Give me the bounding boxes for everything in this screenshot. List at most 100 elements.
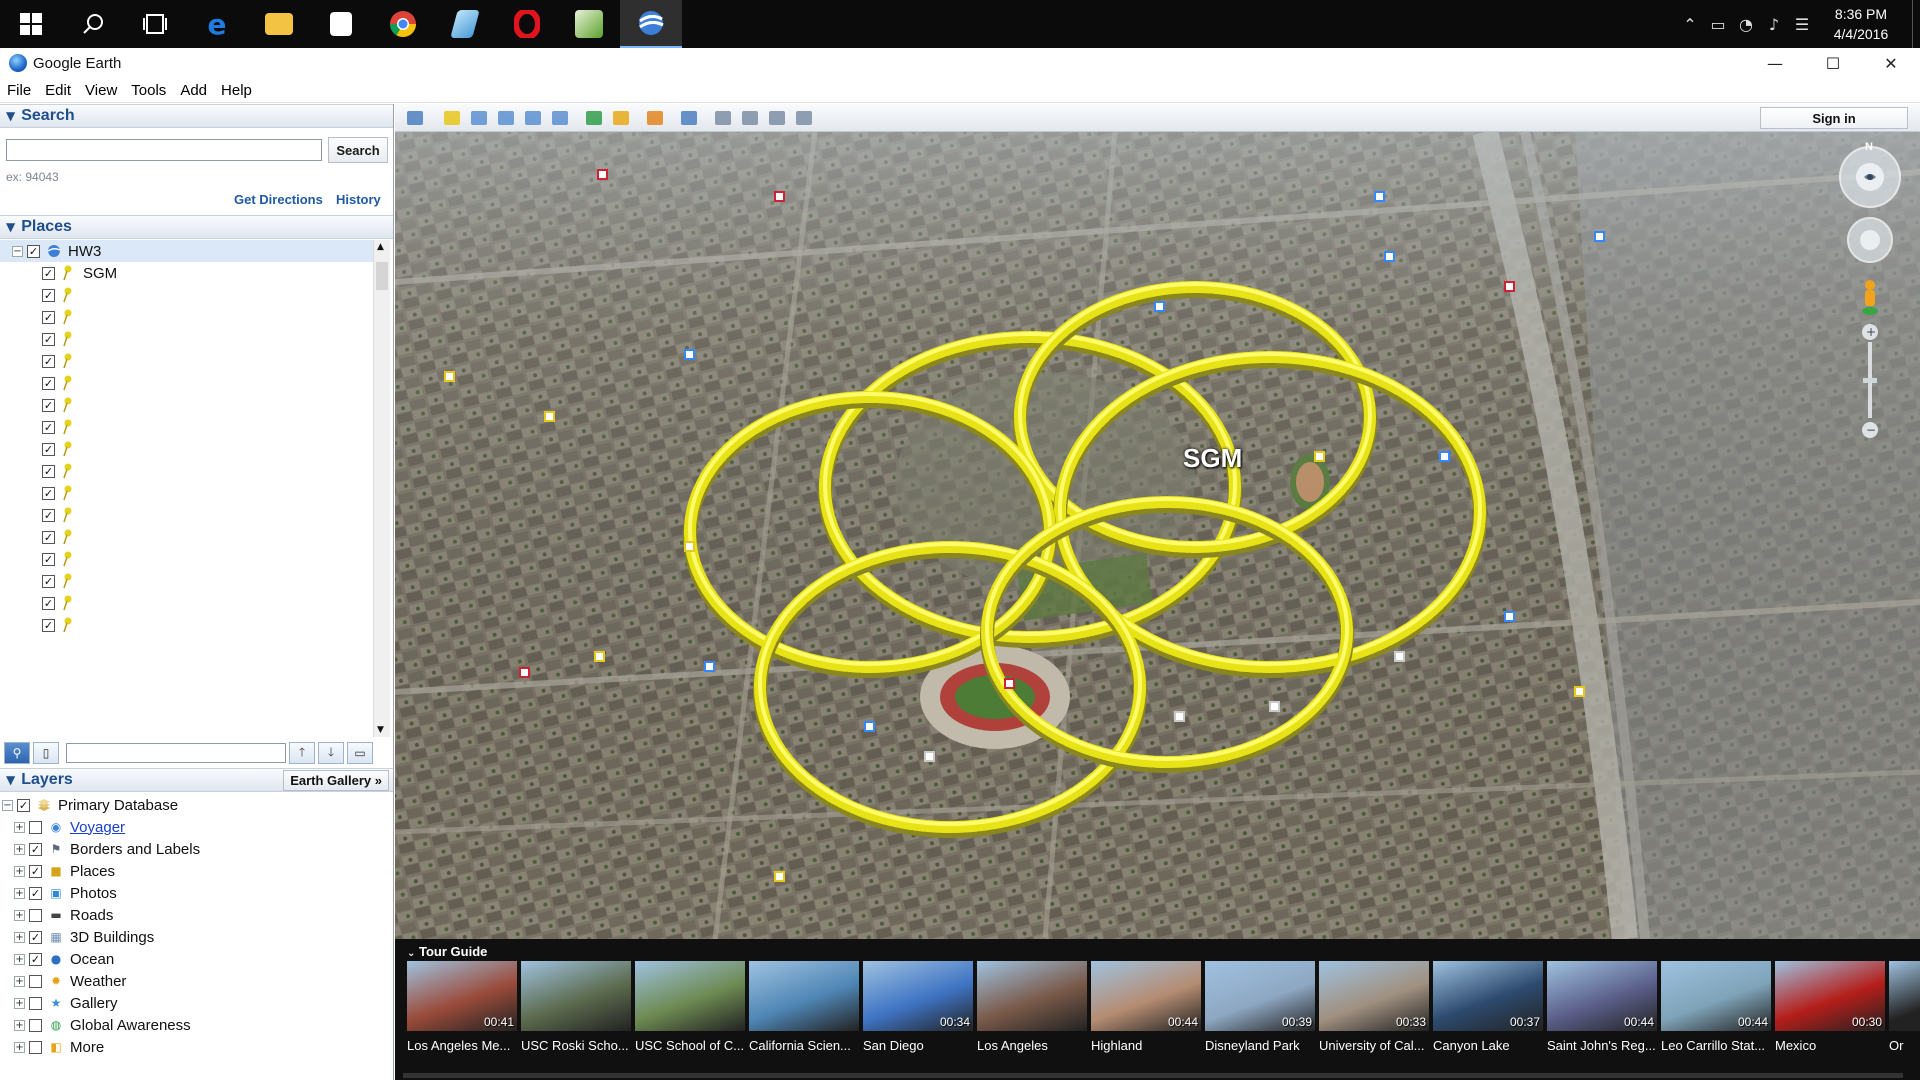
print-button[interactable] (738, 107, 762, 129)
poi-marker-icon[interactable] (594, 651, 605, 662)
tour-item[interactable]: 00:44 Saint John's Reg... (1547, 961, 1657, 1061)
checkbox[interactable] (29, 820, 42, 834)
tour-button[interactable] (548, 107, 572, 129)
poi-marker-icon[interactable] (774, 871, 785, 882)
tour-thumbnail[interactable]: 00:34 (863, 961, 973, 1031)
places-filter-input[interactable] (66, 743, 286, 763)
checkbox[interactable]: ✓ (27, 244, 40, 258)
poi-marker-icon[interactable] (684, 541, 695, 552)
checkbox[interactable]: ✓ (42, 266, 55, 280)
tour-item[interactable]: 00:44 Leo Carrillo Stat... (1661, 961, 1771, 1061)
placemark-label-sgm[interactable]: SGM (1183, 443, 1242, 474)
menu-edit[interactable]: Edit (38, 82, 78, 99)
volume-icon[interactable]: ♪ (1760, 10, 1788, 38)
tour-thumbnail[interactable] (977, 961, 1087, 1031)
menu-file[interactable]: File (0, 82, 38, 99)
layer-label[interactable]: Voyager (70, 819, 125, 836)
menu-tools[interactable]: Tools (124, 82, 173, 99)
opera-button[interactable] (496, 0, 558, 48)
ruler-button[interactable] (677, 107, 701, 129)
poi-marker-icon[interactable] (704, 661, 715, 672)
chevron-up-icon[interactable]: ⌃ (1676, 10, 1704, 38)
planets-button[interactable] (643, 107, 667, 129)
checkbox[interactable] (29, 974, 42, 988)
checkbox[interactable]: ✓ (42, 464, 55, 478)
search-places-button[interactable]: ⚲ (4, 742, 30, 764)
checkbox[interactable]: ✓ (42, 332, 55, 346)
tour-item[interactable]: USC Roski Scho... (521, 961, 631, 1061)
poi-marker-icon[interactable] (924, 751, 935, 762)
edge-button[interactable]: e (186, 0, 248, 48)
start-button[interactable] (0, 0, 62, 48)
place-item[interactable]: ✓ (0, 372, 373, 394)
place-item[interactable]: ✓ (0, 482, 373, 504)
places-scrollbar[interactable]: ▲ ▼ (373, 240, 390, 737)
menu-view[interactable]: View (78, 82, 124, 99)
placemark-add-button[interactable] (440, 107, 464, 129)
tour-thumbnail[interactable]: 00:30 (1775, 961, 1885, 1031)
poi-marker-icon[interactable] (1504, 611, 1515, 622)
place-item[interactable]: ✓ (0, 570, 373, 592)
place-item[interactable]: ✓ (0, 438, 373, 460)
photos-button[interactable] (558, 0, 620, 48)
checkbox[interactable]: ✓ (29, 952, 42, 966)
tour-item[interactable]: 00:39 Disneyland Park (1205, 961, 1315, 1061)
path-button[interactable] (494, 107, 518, 129)
checkbox[interactable] (29, 996, 42, 1010)
layer-item[interactable]: + ✓ ▦ 3D Buildings (0, 926, 393, 948)
tour-item[interactable]: 00:34 San Diego (863, 961, 973, 1061)
tour-thumbnail[interactable]: 00:33 (1319, 961, 1429, 1031)
place-item[interactable]: ✓ SGM (0, 262, 373, 284)
satellite-imagery[interactable]: N + − (395, 132, 1920, 939)
scroll-up-arrow-icon[interactable]: ▲ (377, 242, 384, 252)
tour-item[interactable]: 00:33 University of Cal... (1319, 961, 1429, 1061)
checkbox[interactable]: ✓ (42, 574, 55, 588)
layer-item[interactable]: + ◉ Voyager (0, 816, 393, 838)
checkbox[interactable]: ✓ (29, 886, 42, 900)
tour-item[interactable]: 00:30 Mexico (1775, 961, 1885, 1061)
tour-item[interactable]: Or (1889, 961, 1920, 1061)
checkbox[interactable]: ✓ (29, 930, 42, 944)
maps-view-button[interactable] (792, 107, 816, 129)
layers-section-header[interactable]: ▼ Layers Earth Gallery » (0, 768, 393, 792)
checkbox[interactable] (29, 1018, 42, 1032)
expand-icon[interactable]: + (14, 909, 25, 921)
checkbox[interactable]: ✓ (42, 288, 55, 302)
checkbox[interactable] (29, 1040, 42, 1054)
minimize-button[interactable]: — (1746, 48, 1804, 78)
layer-item[interactable]: + ★ Gallery (0, 992, 393, 1014)
layer-item[interactable]: + ✓ ⚑ Borders and Labels (0, 838, 393, 860)
expand-icon[interactable]: + (14, 1019, 25, 1031)
scroll-down-arrow-icon[interactable]: ▼ (377, 725, 384, 735)
app-button[interactable] (434, 0, 496, 48)
move-joystick[interactable] (1847, 217, 1893, 263)
history-link[interactable]: History (336, 192, 381, 207)
poi-marker-icon[interactable] (1394, 651, 1405, 662)
expand-icon[interactable]: + (14, 975, 25, 987)
layer-item[interactable]: + ✹ Weather (0, 970, 393, 992)
overlay-button[interactable] (521, 107, 545, 129)
poi-marker-icon[interactable] (1374, 191, 1385, 202)
action-center-icon[interactable]: ☰ (1788, 10, 1816, 38)
google-earth-taskbar-button[interactable] (620, 0, 682, 48)
tour-thumbnail[interactable]: 00:44 (1547, 961, 1657, 1031)
taskbar-search-button[interactable] (62, 0, 124, 48)
tour-thumbnail[interactable]: 00:41 (407, 961, 517, 1031)
layer-item[interactable]: + ✓ ▣ Photos (0, 882, 393, 904)
clock[interactable]: 8:36 PM 4/4/2016 (1816, 4, 1906, 44)
layer-item[interactable]: + ◍ Global Awareness (0, 1014, 393, 1036)
layer-item[interactable]: + ◧ More (0, 1036, 393, 1058)
checkbox[interactable]: ✓ (42, 420, 55, 434)
expand-icon[interactable]: + (14, 931, 25, 943)
poi-marker-icon[interactable] (519, 667, 530, 678)
poi-marker-icon[interactable] (1594, 231, 1605, 242)
checkbox[interactable]: ✓ (29, 842, 42, 856)
tour-thumbnail[interactable]: 00:44 (1091, 961, 1201, 1031)
expand-icon[interactable]: + (14, 821, 25, 833)
polygon-button[interactable] (467, 107, 491, 129)
tour-thumbnail[interactable]: 00:44 (1661, 961, 1771, 1031)
place-item[interactable]: ✓ (0, 548, 373, 570)
map-view[interactable]: N + − SGM (395, 132, 1920, 939)
checkbox[interactable]: ✓ (29, 864, 42, 878)
expand-icon[interactable]: + (14, 843, 25, 855)
